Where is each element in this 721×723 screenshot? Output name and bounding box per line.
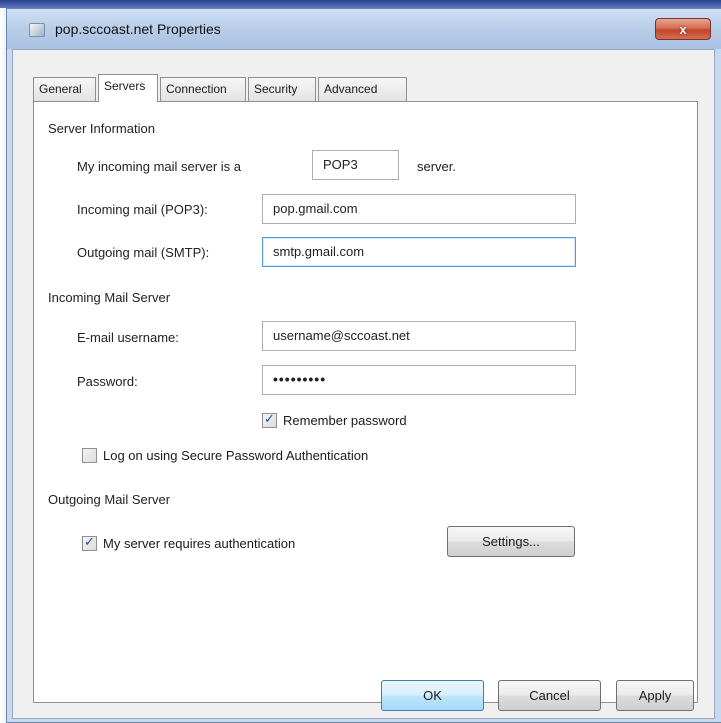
close-icon: x <box>679 21 687 37</box>
checkbox-checked-icon[interactable] <box>82 534 97 551</box>
username-label: E-mail username: <box>77 330 179 345</box>
servers-panel: Server Information My incoming mail serv… <box>33 101 698 703</box>
outgoing-mail-label: Outgoing mail (SMTP): <box>77 245 210 260</box>
apply-button[interactable]: Apply <box>616 680 694 711</box>
tab-general[interactable]: General <box>33 77 96 101</box>
requires-auth-label: My server requires authentication <box>103 536 296 551</box>
tab-connection[interactable]: Connection <box>160 77 246 101</box>
remember-password-label: Remember password <box>283 413 407 428</box>
requires-auth-checkbox[interactable]: My server requires authentication <box>82 534 296 551</box>
tab-label: Connection <box>166 82 227 96</box>
title-bar[interactable]: pop.sccoast.net Properties x <box>7 9 721 49</box>
window-title: pop.sccoast.net Properties <box>55 21 221 37</box>
ok-button[interactable]: OK <box>381 680 484 711</box>
incoming-type-label: My incoming mail server is a <box>77 159 241 174</box>
cancel-button[interactable]: Cancel <box>498 680 601 711</box>
background-edge <box>0 0 721 8</box>
tab-advanced[interactable]: Advanced <box>318 77 407 101</box>
group-divider <box>226 298 578 299</box>
password-field[interactable]: ••••••••• <box>262 365 576 395</box>
group-divider <box>217 129 595 130</box>
outgoing-mail-server-heading: Outgoing Mail Server <box>48 492 171 507</box>
username-field[interactable]: username@sccoast.net <box>262 321 576 351</box>
checkbox-unchecked-icon[interactable] <box>82 448 97 463</box>
tab-label: Servers <box>104 79 146 93</box>
outgoing-mail-field[interactable]: smtp.gmail.com <box>262 237 576 267</box>
tab-security[interactable]: Security <box>248 77 316 101</box>
incoming-type-suffix: server. <box>417 159 457 174</box>
tab-label: Advanced <box>324 82 378 96</box>
window-app-icon <box>29 23 45 37</box>
dialog-body: General Servers Connection Security Adva… <box>12 49 715 719</box>
remember-password-checkbox[interactable]: Remember password <box>262 411 407 428</box>
incoming-mail-field[interactable]: pop.gmail.com <box>262 194 576 224</box>
incoming-server-type-field: POP3 <box>312 150 399 180</box>
properties-window: pop.sccoast.net Properties x General Ser… <box>6 8 721 723</box>
group-divider <box>231 500 585 501</box>
server-information-heading: Server Information <box>48 121 155 136</box>
incoming-mail-server-heading: Incoming Mail Server <box>48 290 171 305</box>
incoming-mail-label: Incoming mail (POP3): <box>77 202 208 217</box>
password-label: Password: <box>77 374 138 389</box>
tab-label: General <box>39 82 82 96</box>
tab-servers[interactable]: Servers <box>98 74 158 102</box>
close-button[interactable]: x <box>655 18 711 40</box>
spa-checkbox[interactable]: Log on using Secure Password Authenticat… <box>82 448 368 463</box>
settings-button[interactable]: Settings... <box>447 526 575 557</box>
tab-label: Security <box>254 82 298 96</box>
spa-label: Log on using Secure Password Authenticat… <box>103 448 369 463</box>
checkbox-checked-icon[interactable] <box>262 411 277 428</box>
